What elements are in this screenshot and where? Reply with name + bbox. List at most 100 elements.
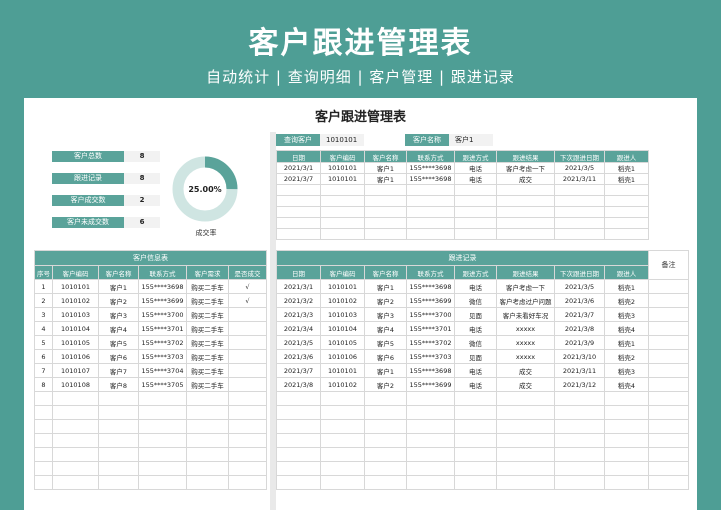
table-cell[interactable]: 客户4: [364, 321, 407, 336]
table-cell[interactable]: 稻壳1: [604, 173, 649, 185]
table-cell[interactable]: [138, 405, 187, 420]
table-cell[interactable]: 155****3701: [406, 321, 455, 336]
table-cell[interactable]: 2021/3/5: [554, 162, 605, 174]
table-cell[interactable]: 1010103: [320, 307, 365, 322]
table-cell[interactable]: 购买二手车: [186, 321, 229, 336]
table-cell[interactable]: [604, 475, 649, 490]
table-cell[interactable]: 1010102: [320, 293, 365, 308]
table-cell[interactable]: [648, 293, 689, 308]
table-cell[interactable]: 客户5: [364, 335, 407, 350]
table-cell[interactable]: 1010101: [52, 279, 99, 294]
table-cell[interactable]: [554, 433, 605, 448]
table-cell[interactable]: √: [228, 279, 267, 294]
table-cell[interactable]: [364, 419, 407, 434]
table-cell[interactable]: [186, 447, 229, 462]
table-cell[interactable]: √: [228, 293, 267, 308]
table-cell[interactable]: 客户考虑一下: [496, 162, 555, 174]
table-cell[interactable]: 2021/3/4: [276, 321, 321, 336]
table-cell[interactable]: [228, 461, 267, 476]
table-cell[interactable]: 2021/3/8: [554, 321, 605, 336]
table-cell[interactable]: [364, 391, 407, 406]
table-cell[interactable]: [276, 419, 321, 434]
table-cell[interactable]: [406, 195, 455, 207]
table-cell[interactable]: 客户未看好车况: [496, 307, 555, 322]
table-cell[interactable]: [554, 217, 605, 229]
table-cell[interactable]: 稻壳1: [604, 162, 649, 174]
table-cell[interactable]: 155****3698: [138, 279, 187, 294]
table-cell[interactable]: 客户1: [364, 173, 407, 185]
table-cell[interactable]: [52, 447, 99, 462]
table-cell[interactable]: [364, 228, 407, 240]
table-cell[interactable]: [554, 475, 605, 490]
table-cell[interactable]: [52, 475, 99, 490]
table-cell[interactable]: 稻壳2: [604, 293, 649, 308]
table-cell[interactable]: 5: [34, 335, 53, 350]
table-cell[interactable]: 1010105: [52, 335, 99, 350]
table-cell[interactable]: 客户8: [98, 377, 139, 392]
table-cell[interactable]: [320, 195, 365, 207]
table-cell[interactable]: [52, 405, 99, 420]
table-cell[interactable]: [604, 461, 649, 476]
table-cell[interactable]: [648, 405, 689, 420]
table-cell[interactable]: [98, 475, 139, 490]
table-cell[interactable]: [364, 475, 407, 490]
table-cell[interactable]: [320, 391, 365, 406]
stat-value-closed[interactable]: 2: [124, 195, 160, 206]
table-cell[interactable]: [406, 447, 455, 462]
table-cell[interactable]: [496, 206, 555, 218]
table-cell[interactable]: [186, 475, 229, 490]
table-cell[interactable]: 2021/3/1: [276, 279, 321, 294]
table-cell[interactable]: 1010102: [52, 293, 99, 308]
table-cell[interactable]: 客户3: [98, 307, 139, 322]
table-cell[interactable]: 2021/3/5: [554, 279, 605, 294]
table-cell[interactable]: [276, 461, 321, 476]
table-cell[interactable]: [454, 195, 497, 207]
table-cell[interactable]: [604, 433, 649, 448]
table-cell[interactable]: [604, 228, 649, 240]
table-cell[interactable]: [320, 447, 365, 462]
table-cell[interactable]: 成交: [496, 173, 555, 185]
table-cell[interactable]: 155****3699: [406, 377, 455, 392]
table-cell[interactable]: 155****3700: [406, 307, 455, 322]
table-cell[interactable]: 客户4: [98, 321, 139, 336]
table-cell[interactable]: 客户1: [98, 279, 139, 294]
table-cell[interactable]: 客户6: [364, 349, 407, 364]
table-cell[interactable]: 2021/3/6: [276, 349, 321, 364]
table-cell[interactable]: 155****3705: [138, 377, 187, 392]
table-cell[interactable]: [186, 405, 229, 420]
table-cell[interactable]: 购买二手车: [186, 307, 229, 322]
table-cell[interactable]: [406, 228, 455, 240]
table-cell[interactable]: 1010101: [320, 162, 365, 174]
table-cell[interactable]: 2021/3/10: [554, 349, 605, 364]
table-cell[interactable]: 3: [34, 307, 53, 322]
table-cell[interactable]: 成交: [496, 377, 555, 392]
table-cell[interactable]: [648, 335, 689, 350]
table-cell[interactable]: 1: [34, 279, 53, 294]
table-cell[interactable]: [454, 228, 497, 240]
table-cell[interactable]: [648, 447, 689, 462]
table-cell[interactable]: xxxxx: [496, 321, 555, 336]
table-cell[interactable]: [496, 419, 555, 434]
table-cell[interactable]: 155****3698: [406, 162, 455, 174]
table-cell[interactable]: 客户2: [364, 293, 407, 308]
table-cell[interactable]: [138, 461, 187, 476]
table-cell[interactable]: [496, 217, 555, 229]
table-cell[interactable]: [34, 475, 53, 490]
table-cell[interactable]: [276, 391, 321, 406]
table-cell[interactable]: 155****3699: [138, 293, 187, 308]
table-cell[interactable]: [554, 195, 605, 207]
table-cell[interactable]: 155****3703: [406, 349, 455, 364]
table-cell[interactable]: [138, 391, 187, 406]
table-cell[interactable]: 见面: [454, 307, 497, 322]
table-cell[interactable]: [320, 461, 365, 476]
table-cell[interactable]: [276, 217, 321, 229]
table-cell[interactable]: [228, 307, 267, 322]
table-cell[interactable]: [52, 419, 99, 434]
table-cell[interactable]: [604, 447, 649, 462]
table-cell[interactable]: 2021/3/6: [554, 293, 605, 308]
table-cell[interactable]: [138, 419, 187, 434]
table-cell[interactable]: 稻壳2: [604, 349, 649, 364]
table-cell[interactable]: [276, 447, 321, 462]
table-cell[interactable]: [98, 405, 139, 420]
table-cell[interactable]: [276, 184, 321, 196]
